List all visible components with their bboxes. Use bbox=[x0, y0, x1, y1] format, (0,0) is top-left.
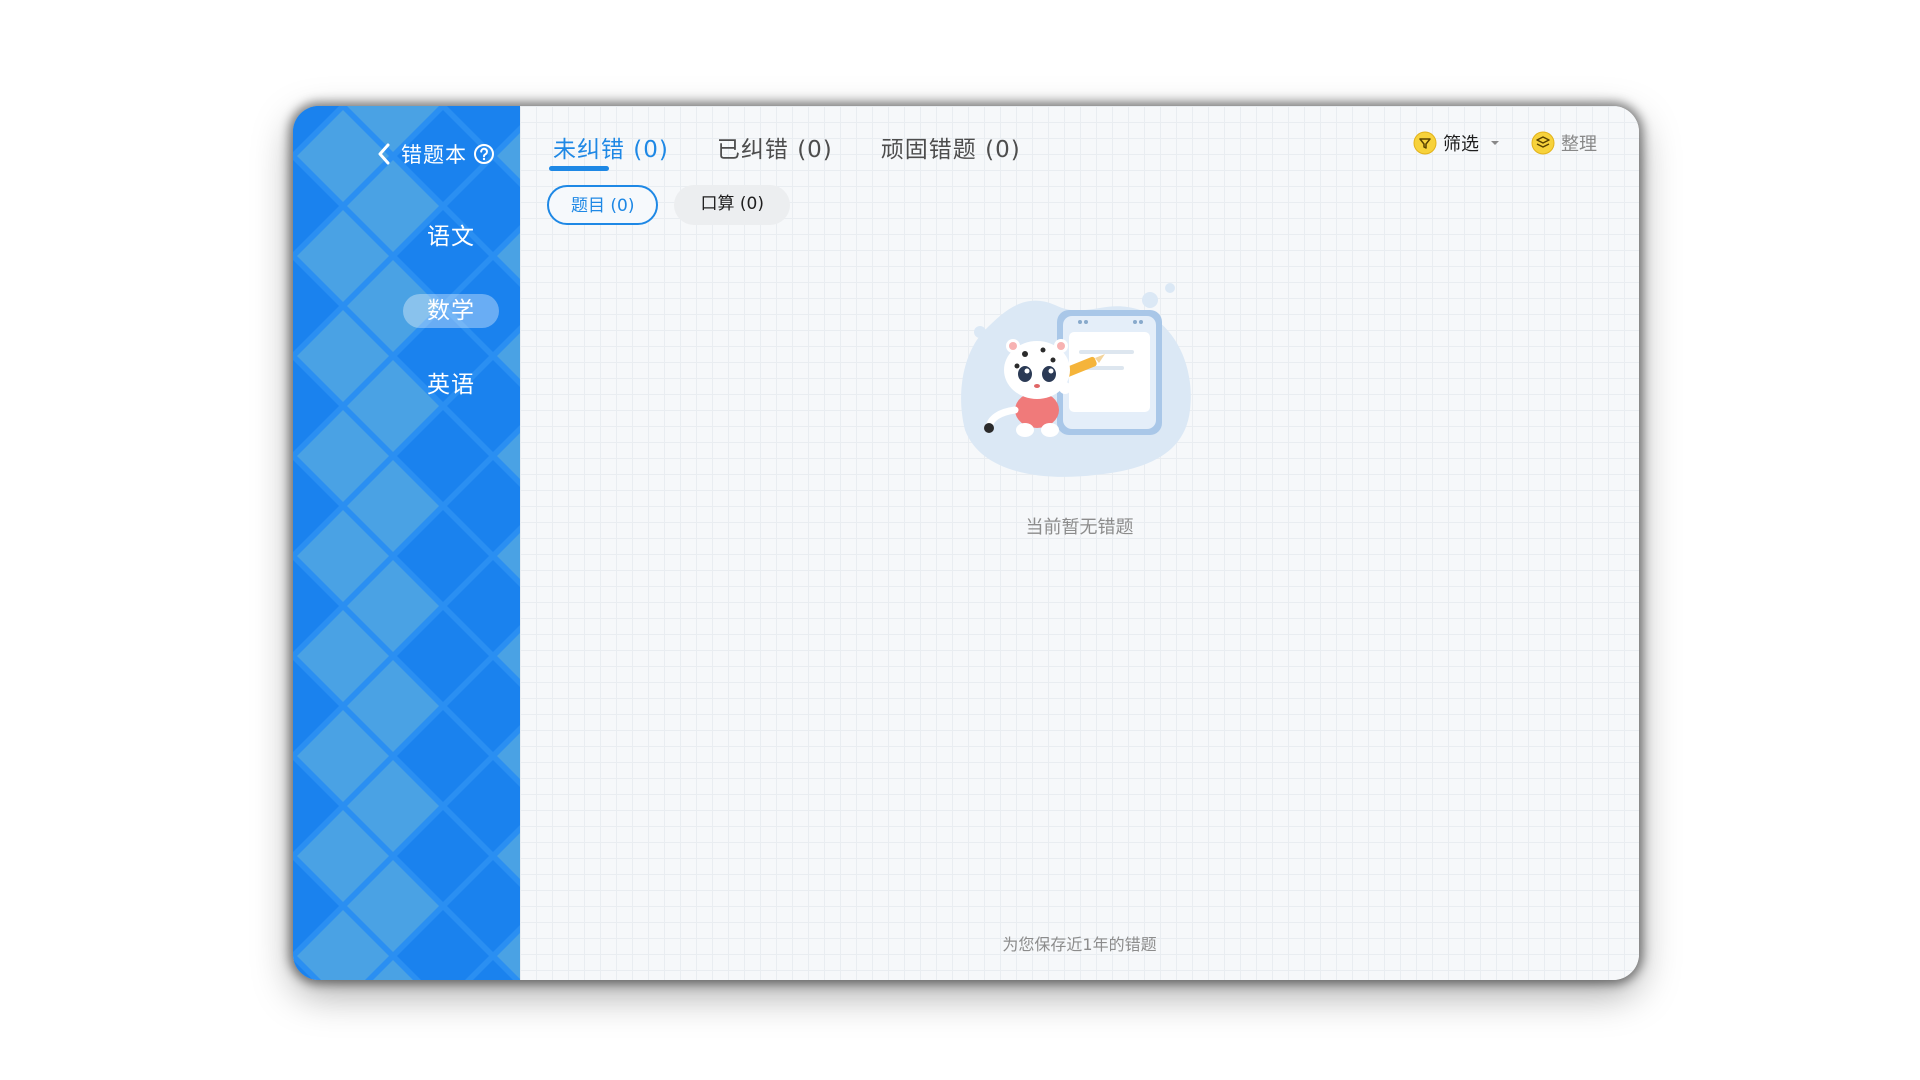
retention-note: 为您保存近1年的错题 bbox=[1002, 935, 1157, 954]
layers-coin-icon bbox=[1531, 131, 1555, 155]
main-panel: 未纠错 (0) 已纠错 (0) 顽固错题 (0) 题目 (0) 口算 (0) 筛… bbox=[520, 106, 1639, 980]
active-tab-indicator bbox=[549, 166, 609, 171]
filter-button[interactable]: 筛选 bbox=[1413, 130, 1501, 156]
tab-corrected[interactable]: 已纠错 (0) bbox=[717, 130, 833, 170]
sidebar-item-english[interactable]: 英语 bbox=[403, 368, 499, 402]
tab-uncorrected[interactable]: 未纠错 (0) bbox=[553, 130, 669, 170]
tab-stubborn-errors[interactable]: 顽固错题 (0) bbox=[881, 130, 1021, 170]
organize-button[interactable]: 整理 bbox=[1531, 130, 1597, 156]
caret-down-icon bbox=[1485, 139, 1501, 147]
app-window: 错题本 语文 数学 英语 未纠错 (0) 已纠错 (0) 顽固错题 (0) 题目… bbox=[293, 106, 1639, 980]
sidebar-item-math[interactable]: 数学 bbox=[403, 294, 499, 328]
question-circle-icon[interactable] bbox=[473, 143, 495, 165]
filter-label: 筛选 bbox=[1443, 134, 1479, 155]
sidebar-header: 错题本 bbox=[373, 139, 495, 169]
tab-bar: 未纠错 (0) 已纠错 (0) 顽固错题 (0) bbox=[553, 130, 1069, 170]
page-title: 错题本 bbox=[401, 143, 467, 167]
subtab-bar: 题目 (0) 口算 (0) bbox=[547, 185, 790, 225]
chevron-left-icon[interactable] bbox=[373, 141, 395, 167]
filter-coin-icon bbox=[1413, 131, 1437, 155]
subtab-questions[interactable]: 题目 (0) bbox=[547, 185, 659, 225]
toolbar: 筛选 整理 bbox=[1413, 130, 1597, 156]
sidebar: 错题本 语文 数学 英语 bbox=[293, 106, 520, 980]
subtab-mental-math[interactable]: 口算 (0) bbox=[674, 185, 790, 225]
sidebar-item-chinese[interactable]: 语文 bbox=[403, 220, 499, 254]
organize-label: 整理 bbox=[1561, 134, 1597, 155]
empty-state-message: 当前暂无错题 bbox=[1025, 517, 1134, 538]
snow-leopard-illustration bbox=[945, 270, 1205, 504]
